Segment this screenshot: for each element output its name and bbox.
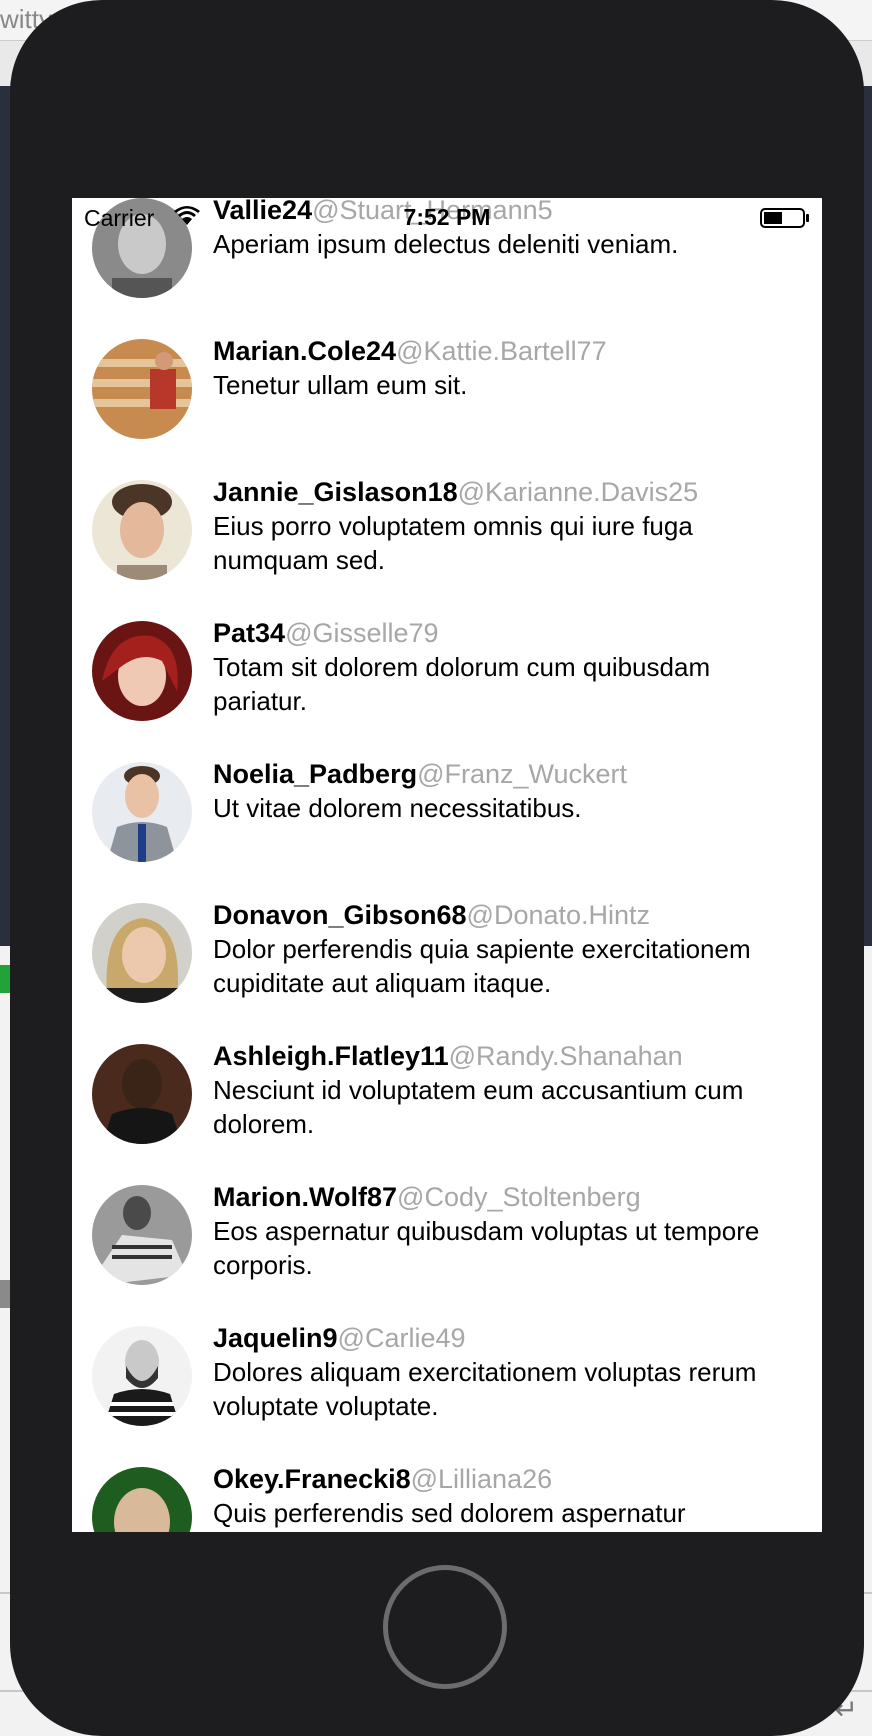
home-button[interactable]	[383, 1565, 507, 1689]
tweet-text: Dolores aliquam exercitationem voluptas …	[213, 1357, 757, 1421]
avatar[interactable]	[92, 1326, 192, 1426]
tweet-cell[interactable]: Pat34@Gisselle79 Totam sit dolorem dolor…	[72, 599, 822, 740]
user-handle: @Karianne.Davis25	[457, 477, 699, 507]
tweet-text: Dolor perferendis quia sapiente exercita…	[213, 934, 751, 998]
user-handle: @Lilliana26	[410, 1464, 553, 1494]
avatar[interactable]	[92, 1467, 192, 1532]
tweet-cell[interactable]: Marian.Cole24@Kattie.Bartell77 Tenetur u…	[72, 317, 822, 458]
status-bar: Carrier 7:52 PM	[72, 198, 822, 238]
user-handle: @Carlie49	[337, 1323, 466, 1353]
display-name[interactable]: Marian.Cole24	[213, 336, 396, 366]
tweet-cell[interactable]: Marion.Wolf87@Cody_Stoltenberg Eos asper…	[72, 1163, 822, 1304]
tweet-cell[interactable]: Noelia_Padberg@Franz_Wuckert Ut vitae do…	[72, 740, 822, 881]
avatar[interactable]	[92, 1044, 192, 1144]
avatar[interactable]	[92, 621, 192, 721]
user-handle: @Donato.Hintz	[466, 900, 651, 930]
phone-screen: Vallie24@Stuart_Hermann5 Aperiam ipsum d…	[72, 198, 822, 1532]
user-handle: @Franz_Wuckert	[417, 759, 628, 789]
avatar[interactable]	[92, 339, 192, 439]
tweet-text: Ut vitae dolorem necessitatibus.	[213, 793, 582, 823]
avatar[interactable]	[92, 762, 192, 862]
avatar[interactable]	[92, 1185, 192, 1285]
display-name[interactable]: Okey.Franecki8	[213, 1464, 411, 1494]
user-handle: @Kattie.Bartell77	[396, 336, 607, 366]
tweet-text: Tenetur ullam eum sit.	[213, 370, 468, 400]
tweet-text: Eos aspernatur quibusdam voluptas ut tem…	[213, 1216, 760, 1280]
display-name[interactable]: Jannie_Gislason18	[213, 477, 458, 507]
user-handle: @Randy.Shanahan	[448, 1041, 683, 1071]
battery-icon	[760, 208, 809, 228]
phone-frame: Vallie24@Stuart_Hermann5 Aperiam ipsum d…	[10, 0, 864, 1736]
user-handle: @Gisselle79	[285, 618, 439, 648]
tweet-text: Nesciunt id voluptatem eum accusantium c…	[213, 1075, 744, 1139]
avatar[interactable]	[92, 903, 192, 1003]
avatar[interactable]	[92, 480, 192, 580]
tweet-cell[interactable]: Jaquelin9@Carlie49 Dolores aliquam exerc…	[72, 1304, 822, 1445]
tweet-cell[interactable]: Ashleigh.Flatley11@Randy.Shanahan Nesciu…	[72, 1022, 822, 1163]
display-name[interactable]: Pat34	[213, 618, 285, 648]
tweet-cell[interactable]: Jannie_Gislason18@Karianne.Davis25 Eius …	[72, 458, 822, 599]
display-name[interactable]: Jaquelin9	[213, 1323, 338, 1353]
tweet-text: Totam sit dolorem dolorum cum quibusdam …	[213, 652, 711, 716]
display-name[interactable]: Donavon_Gibson68	[213, 900, 467, 930]
tweet-text: Quis perferendis sed dolorem aspernatur	[213, 1498, 686, 1528]
display-name[interactable]: Marion.Wolf87	[213, 1182, 397, 1212]
tweet-text: Eius porro voluptatem omnis qui iure fug…	[213, 511, 693, 575]
display-name[interactable]: Ashleigh.Flatley11	[213, 1041, 449, 1071]
user-handle: @Cody_Stoltenberg	[397, 1182, 641, 1212]
tweet-cell[interactable]: Donavon_Gibson68@Donato.Hintz Dolor perf…	[72, 881, 822, 1022]
display-name[interactable]: Noelia_Padberg	[213, 759, 417, 789]
status-time: 7:52 PM	[403, 204, 491, 230]
tweet-cell[interactable]: Okey.Franecki8@Lilliana26 Quis perferend…	[72, 1445, 822, 1532]
